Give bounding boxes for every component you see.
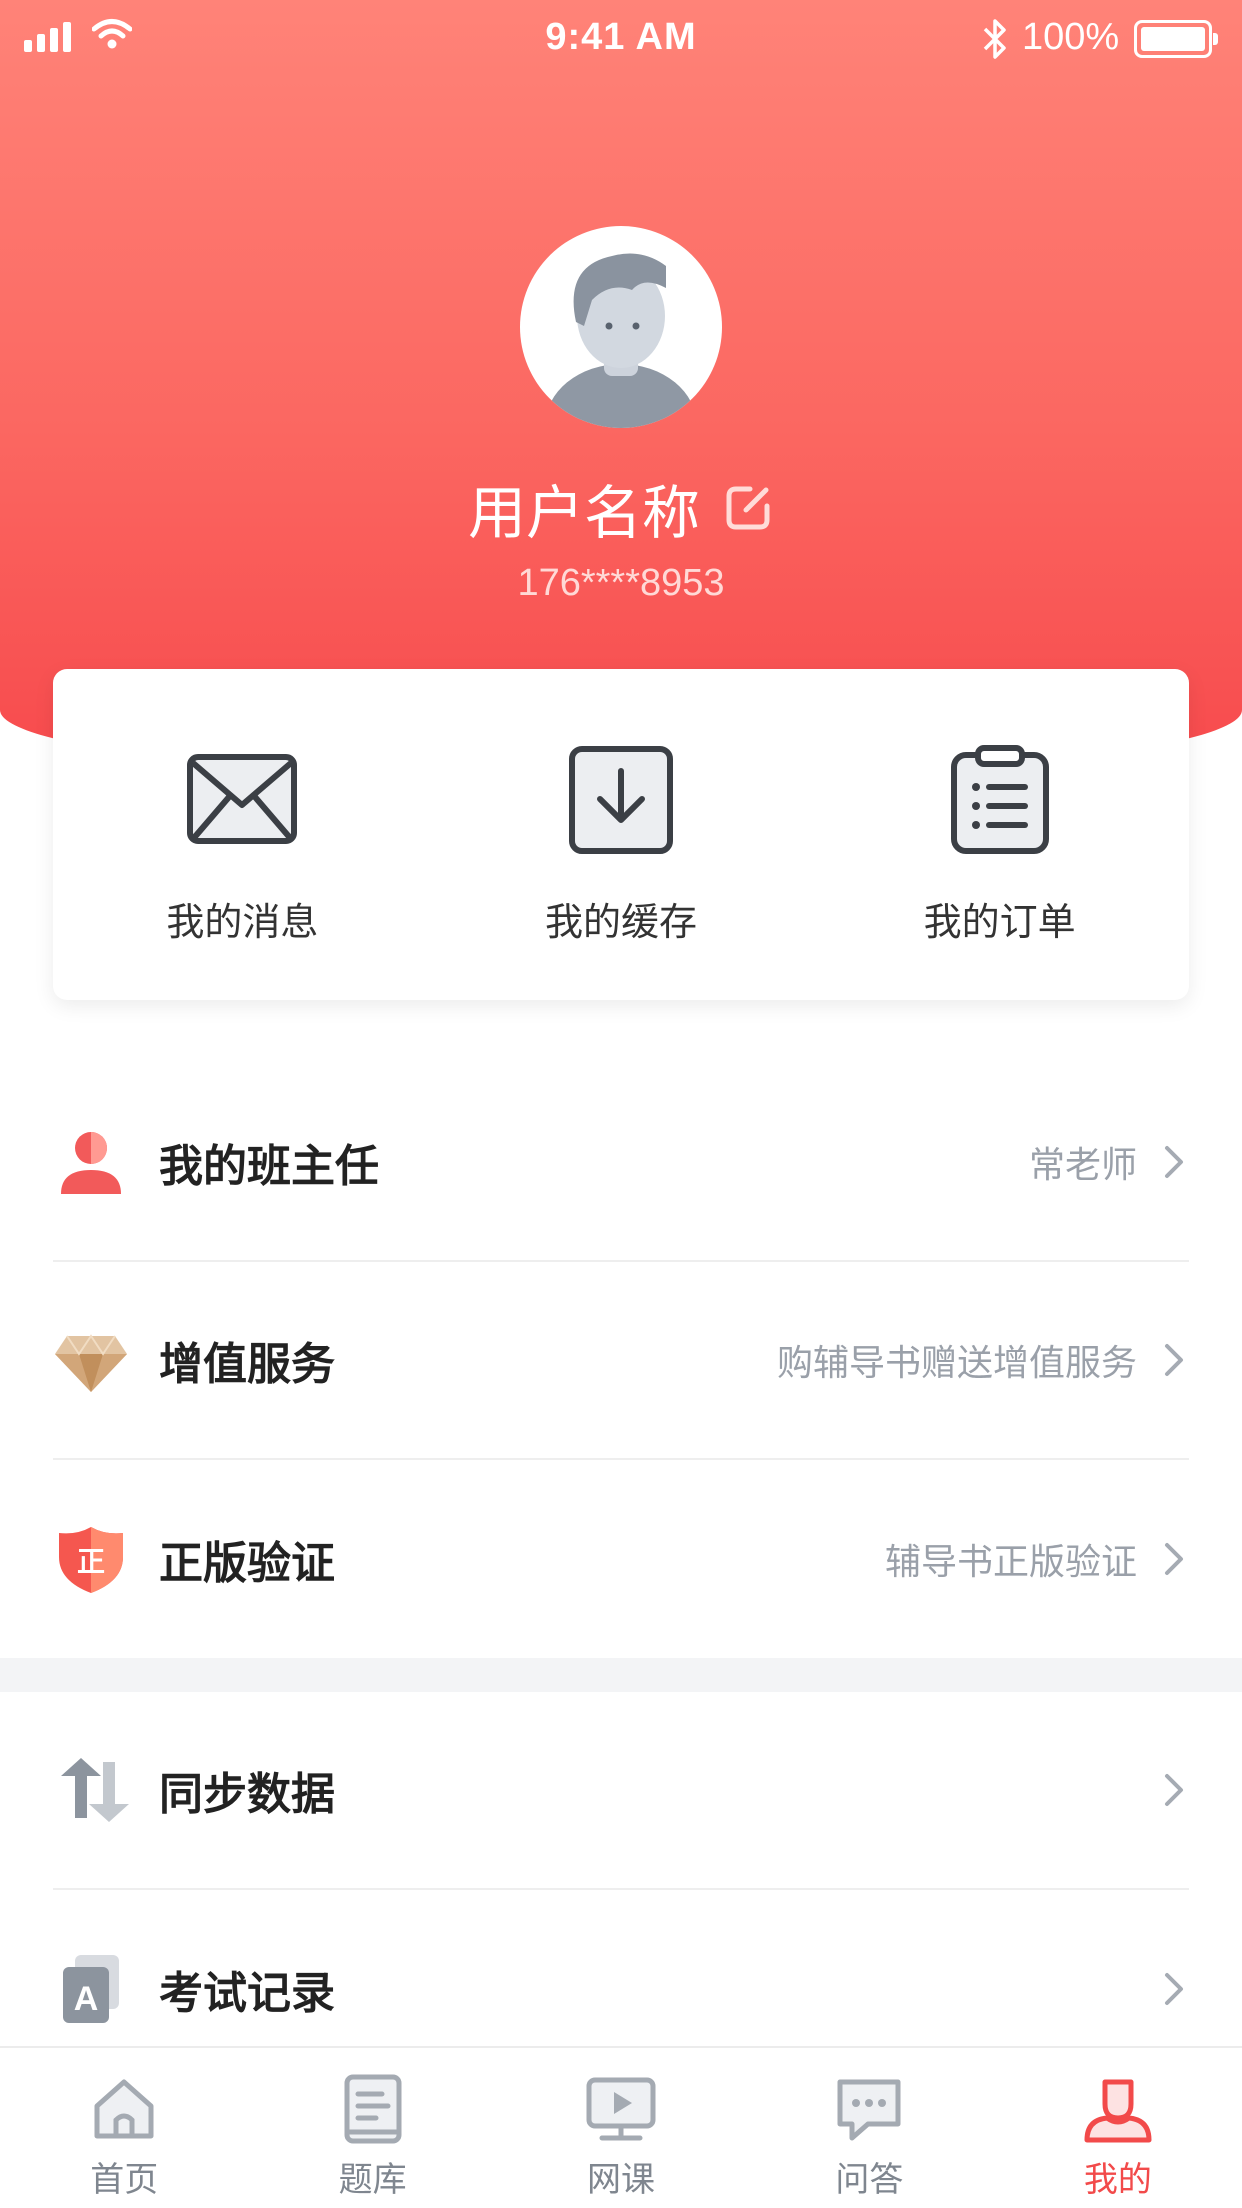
chat-icon: [837, 2079, 901, 2141]
my-messages-button[interactable]: 我的消息: [53, 669, 432, 1000]
tab-label: 问答: [835, 2160, 904, 2200]
tab-label: 题库: [338, 2160, 407, 2200]
chevron-right-icon: [1165, 1543, 1183, 1575]
menu-item-sync-data[interactable]: 同步数据: [53, 1692, 1189, 1890]
my-cache-button[interactable]: 我的缓存: [432, 669, 811, 1000]
question-bank-icon: [344, 2074, 402, 2144]
my-orders-label: 我的订单: [923, 900, 1076, 944]
svg-text:正: 正: [77, 1545, 105, 1578]
chevron-right-icon: [1165, 1146, 1183, 1178]
menu-title: 我的班主任: [159, 1141, 379, 1192]
tab-video-courses[interactable]: 网课: [497, 2048, 745, 2208]
edit-icon[interactable]: [722, 482, 774, 534]
menu-value: 常老师: [1028, 1145, 1137, 1186]
menu-item-value-added-services[interactable]: 增值服务 购辅导书赠送增值服务: [53, 1262, 1189, 1460]
menu-item-authenticity-verification[interactable]: 正 正版验证 辅导书正版验证: [53, 1460, 1189, 1658]
chevron-right-icon: [1165, 1973, 1183, 2005]
menu-item-class-teacher[interactable]: 我的班主任 常老师: [53, 1064, 1189, 1262]
menu-value: 辅导书正版验证: [884, 1542, 1137, 1583]
my-cache-label: 我的缓存: [545, 900, 698, 944]
tab-label: 网课: [587, 2160, 656, 2200]
phone-number: 176****8953: [517, 562, 725, 604]
avatar[interactable]: [520, 226, 722, 428]
bluetooth-icon: [983, 19, 1006, 59]
home-icon: [94, 2079, 154, 2139]
menu-title: 正版验证: [159, 1538, 335, 1589]
battery-icon: [1134, 20, 1218, 58]
diamond-icon: [55, 1334, 127, 1392]
avatar-person-icon: [545, 253, 697, 428]
my-messages-label: 我的消息: [166, 900, 319, 944]
shield-verify-icon: 正: [59, 1527, 123, 1593]
tab-profile[interactable]: 我的: [994, 2048, 1242, 2208]
tab-q-and-a[interactable]: 问答: [745, 2048, 993, 2208]
tab-label: 我的: [1083, 2160, 1152, 2200]
section-divider: [0, 1658, 1242, 1692]
menu-title: 增值服务: [159, 1339, 335, 1390]
svg-text:A: A: [74, 1980, 99, 2018]
menu-title: 考试记录: [159, 1968, 335, 2019]
tab-label: 首页: [90, 2160, 159, 2200]
battery-percentage: 100%: [1022, 16, 1120, 58]
quick-actions-card: 我的消息 我的缓存 我的订单: [53, 669, 1189, 1000]
tab-question-bank[interactable]: 题库: [248, 2048, 496, 2208]
exam-record-icon: A: [63, 1955, 119, 2023]
teacher-icon: [61, 1132, 121, 1194]
chevron-right-icon: [1165, 1344, 1183, 1376]
my-orders-button[interactable]: 我的订单: [810, 669, 1189, 1000]
chevron-right-icon: [1165, 1774, 1183, 1806]
clipboard-list-icon: [950, 745, 1049, 854]
download-icon: [569, 746, 673, 854]
video-course-icon: [586, 2077, 656, 2141]
bottom-tab-bar: 首页 题库 网课 问答 我的: [0, 2046, 1242, 2208]
username: 用户名称: [467, 479, 700, 547]
tab-home[interactable]: 首页: [0, 2048, 248, 2208]
status-bar: 9:41 AM 100%: [0, 0, 1242, 80]
envelope-icon: [187, 754, 298, 844]
menu-title: 同步数据: [159, 1769, 335, 1820]
profile-icon: [1084, 2079, 1152, 2143]
sync-icon: [61, 1758, 129, 1822]
menu-value: 购辅导书赠送增值服务: [776, 1343, 1137, 1384]
